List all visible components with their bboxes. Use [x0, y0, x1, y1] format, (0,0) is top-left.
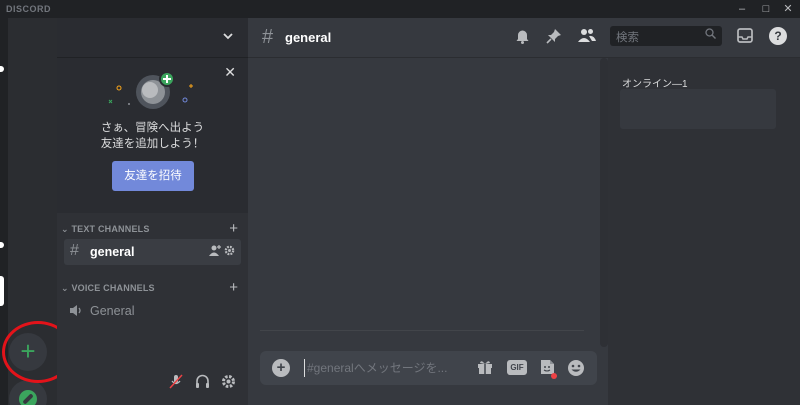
close-window-button[interactable]: ✕	[776, 0, 800, 18]
chat-area: # general 検索 ? + GIF	[248, 18, 800, 405]
gif-button[interactable]: GIF	[507, 360, 527, 375]
bell-icon[interactable]	[515, 28, 530, 48]
emoji-icon[interactable]	[567, 359, 585, 381]
chevron-down-icon: ⌄	[61, 224, 72, 234]
server-rail: +	[0, 18, 74, 405]
close-icon[interactable]: ✕	[224, 64, 236, 81]
invite-illustration	[108, 71, 193, 109]
invite-line-2: 友達を追加しよう！	[100, 138, 205, 150]
app-brand: DISCORD	[6, 4, 52, 14]
category-label: VOICE CHANNELS	[71, 283, 155, 293]
online-section-label: オンライン—1	[622, 79, 688, 90]
chevron-down-icon	[222, 30, 234, 45]
compass-icon	[19, 390, 37, 405]
unread-indicator	[0, 66, 4, 72]
hash-icon: #	[70, 242, 79, 259]
help-icon[interactable]: ?	[769, 27, 787, 45]
member-list: オンライン—1	[608, 58, 800, 405]
search-icon	[705, 28, 716, 42]
message-input[interactable]	[304, 359, 464, 377]
hash-icon: #	[262, 26, 274, 48]
channel-name: general	[90, 245, 135, 259]
invite-friends-button[interactable]: 友達を招待	[112, 161, 194, 191]
server-header[interactable]	[57, 18, 248, 58]
channel-sidebar: ✕ さぁ、冒険へ出よう 友達を追加しよう！ 友達を招待 ⌄ TEXT CHANN…	[57, 18, 248, 405]
notification-dot	[551, 373, 557, 379]
selected-server-indicator	[0, 276, 4, 306]
chevron-down-icon: ⌄	[61, 283, 72, 293]
unread-indicator	[0, 242, 4, 248]
create-voice-channel-button[interactable]: +	[229, 279, 238, 296]
user-controls	[169, 374, 241, 394]
create-text-channel-button[interactable]: +	[229, 220, 238, 237]
category-label: TEXT CHANNELS	[71, 224, 150, 234]
channel-title: general	[285, 30, 332, 45]
maximize-button[interactable]: □	[754, 0, 778, 18]
search-input[interactable]: 検索	[610, 26, 722, 46]
gift-icon[interactable]	[477, 359, 493, 379]
search-placeholder: 検索	[616, 32, 639, 44]
inbox-icon[interactable]	[737, 28, 753, 47]
minimize-button[interactable]: –	[730, 0, 754, 18]
invite-message: さぁ、冒険へ出よう 友達を追加しよう！	[57, 120, 248, 152]
voice-channel-general[interactable]: General	[64, 298, 241, 324]
message-composer: + GIF	[260, 351, 597, 385]
category-voice-channels[interactable]: ⌄ VOICE CHANNELS	[61, 283, 155, 294]
member-list-item[interactable]	[620, 89, 776, 129]
pin-icon[interactable]	[546, 28, 562, 48]
chat-scrollbar[interactable]	[600, 58, 608, 347]
chat-header: # general 検索 ?	[248, 18, 800, 58]
message-divider	[260, 330, 584, 331]
headphones-icon[interactable]	[195, 374, 210, 392]
invite-member-icon[interactable]	[208, 245, 224, 259]
upload-plus-button[interactable]: +	[272, 359, 290, 377]
title-bar: DISCORD – □ ✕	[0, 0, 800, 18]
channel-actions	[208, 245, 235, 259]
category-text-channels[interactable]: ⌄ TEXT CHANNELS	[61, 224, 150, 235]
invite-line-1: さぁ、冒険へ出よう	[100, 122, 205, 134]
user-settings-gear-icon[interactable]	[221, 374, 236, 392]
gear-icon[interactable]	[224, 245, 235, 259]
speaker-icon	[70, 304, 84, 322]
member-list-icon[interactable]	[578, 28, 596, 47]
channel-item-general[interactable]: # general	[64, 239, 241, 265]
mute-mic-icon[interactable]	[169, 374, 183, 392]
invite-card: ✕ さぁ、冒険へ出よう 友達を追加しよう！ 友達を招待	[57, 58, 248, 213]
channel-name: General	[90, 304, 135, 318]
